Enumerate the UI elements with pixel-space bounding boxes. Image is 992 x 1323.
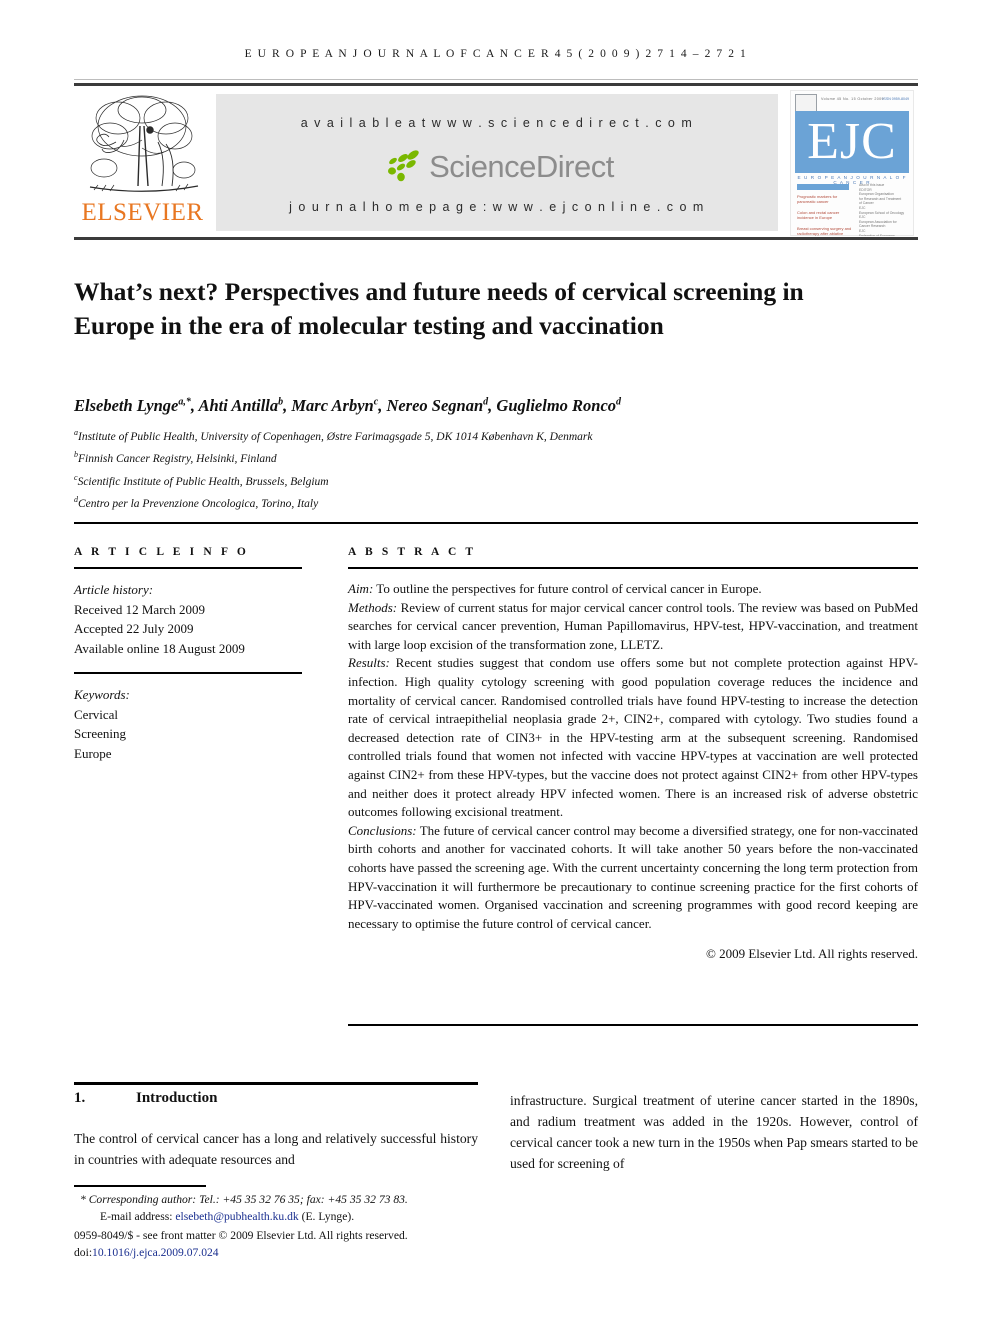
cover-volume-line: Volume 45 No. 15 October 2009: [821, 97, 884, 101]
header-divider-rule: [74, 522, 918, 524]
doi-label: doi:: [74, 1245, 93, 1259]
abstract-heading-rule: [348, 567, 918, 569]
sciencedirect-panel: a v a i l a b l e a t w w w . s c i e n …: [216, 94, 778, 231]
affiliation-b: bFinnish Cancer Registry, Helsinki, Finl…: [74, 446, 918, 468]
elsevier-logo: ELSEVIER: [76, 88, 209, 236]
affiliation-text-b: Finnish Cancer Registry, Helsinki, Finla…: [78, 453, 277, 466]
journal-homepage-text: j o u r n a l h o m e p a g e : w w w . …: [289, 200, 705, 214]
email-label: E-mail address:: [100, 1209, 176, 1223]
article-online-date: Available online 18 August 2009: [74, 640, 245, 656]
abstract-heading: A B S T R A C T: [348, 546, 477, 558]
abstract-results: Results: Recent studies suggest that con…: [348, 654, 918, 821]
body-column-right: infrastructure. Surgical treatment of ut…: [510, 1093, 918, 1171]
article-info-divider-rule: [74, 672, 302, 674]
masthead-top-rule: [74, 83, 918, 86]
article-received-date: Received 12 March 2009: [74, 601, 206, 617]
keywords-label: Keywords:: [74, 687, 130, 702]
cover-blue-band: EJC: [795, 111, 909, 173]
abstract-results-label: Results:: [348, 655, 390, 671]
email-link[interactable]: elsebeth@pubhealth.ku.dk: [175, 1210, 298, 1223]
cover-side-line-7: European School of Oncology: [859, 210, 905, 215]
article-page: E U R O P E A N J O U R N A L O F C A N …: [0, 0, 992, 1323]
abstract-methods-label: Methods:: [348, 599, 398, 615]
abstract-methods-text: Review of current status for major cervi…: [348, 599, 918, 652]
abstract-results-text: Recent studies suggest that condom use o…: [348, 655, 918, 820]
article-info-heading-rule: [74, 567, 302, 569]
page-title: What’s next? Perspectives and future nee…: [74, 277, 804, 341]
abstract-aim-label: Aim:: [348, 581, 374, 596]
doi-link[interactable]: 10.1016/j.ejca.2009.07.024: [92, 1246, 219, 1259]
running-head: E U R O P E A N J O U R N A L O F C A N …: [244, 48, 748, 60]
keyword-item-1: Cervical: [74, 706, 119, 722]
sciencedirect-logo[interactable]: ScienceDirect: [216, 144, 778, 190]
affiliation-d: dCentro per la Prevenzione Oncologica, T…: [74, 491, 918, 513]
body-column-left: The control of cervical cancer has a lon…: [74, 1131, 478, 1167]
abstract-conclusions-label: Conclusions:: [348, 822, 417, 838]
keyword-item-2: Screening: [74, 726, 126, 741]
article-history-block: Article history: Received 12 March 2009 …: [74, 580, 302, 658]
section-title: Introduction: [136, 1090, 218, 1106]
footnote-rule: [74, 1185, 206, 1187]
abstract-aim-text: To outline the perspectives for future c…: [373, 581, 762, 596]
doi-note: doi:10.1016/j.ejca.2009.07.024: [74, 1245, 494, 1262]
running-head-rule: [74, 79, 918, 80]
journal-cover-thumbnail: Volume 45 No. 15 October 2009 ISSN 0959-…: [786, 88, 916, 236]
abstract-conclusions: Conclusions: The future of cervical canc…: [348, 822, 918, 934]
cover-highlight-2: Colon and rectal cancer incidence in Eur…: [797, 210, 840, 220]
abstract-body: Aim: To outline the perspectives for fut…: [348, 580, 918, 964]
keyword-item-3: Europe: [74, 745, 112, 761]
abstract-conclusions-text: The future of cervical cancer control ma…: [348, 822, 918, 931]
elsevier-wordmark: ELSEVIER: [81, 199, 204, 226]
affiliation-a: aInstitute of Public Health, University …: [74, 424, 918, 446]
masthead-bottom-rule: [74, 237, 918, 240]
article-info-column: A R T I C L E I N F O Article history: R…: [74, 546, 302, 763]
sciencedirect-wordmark: ScienceDirect: [429, 149, 614, 184]
cover-highlight-1: Prognostic markers for pancreatic cancer: [797, 194, 838, 204]
section-top-rule: [74, 1082, 478, 1085]
article-history-label: Article history:: [74, 582, 154, 597]
section-number: 1.: [74, 1090, 86, 1106]
journal-cover-inner: Volume 45 No. 15 October 2009 ISSN 0959-…: [790, 90, 914, 236]
email-suffix: (E. Lynge).: [298, 1209, 355, 1223]
keywords-block: Keywords: Cervical Screening Europe: [74, 685, 302, 763]
section-heading: 1. Introduction: [74, 1090, 217, 1107]
cover-top-bar: Volume 45 No. 15 October 2009 ISSN 0959-…: [795, 94, 909, 112]
affiliation-text-d: Centro per la Prevenzione Oncologica, To…: [78, 498, 319, 511]
abstract-aim: Aim: To outline the perspectives for fut…: [348, 580, 918, 599]
footnote-block: * Corresponding author: Tel.: +45 35 32 …: [74, 1192, 494, 1261]
cover-ejc-letters: EJC: [807, 113, 897, 170]
abstract-bottom-rule: [348, 1024, 918, 1026]
front-matter-note: 0959-8049/$ - see front matter © 2009 El…: [74, 1229, 408, 1243]
article-accepted-date: Accepted 22 July 2009: [74, 621, 194, 636]
cover-side-line-12: Federation of European: [859, 233, 895, 236]
corresponding-author-note: * Corresponding author: Tel.: +45 35 32 …: [74, 1192, 494, 1209]
cover-side-list: Also in this issue EDITOR European Organ…: [859, 183, 909, 236]
cover-highlights: Prognostic markers for pancreatic cancer…: [797, 194, 853, 236]
affiliation-c: cScientific Institute of Public Health, …: [74, 469, 918, 491]
masthead: ELSEVIER a v a i l a b l e a t w w w . s…: [74, 83, 918, 240]
author-list: Elsebeth Lyngea,*, Ahti Antillab, Marc A…: [74, 396, 622, 415]
cover-section-bar: [797, 184, 849, 190]
sciencedirect-leaf-icon: [388, 150, 419, 182]
abstract-methods: Methods: Review of current status for ma…: [348, 599, 918, 655]
affiliation-text-a: Institute of Public Health, University o…: [78, 430, 593, 443]
cover-mini-logo-icon: [795, 94, 817, 112]
corresponding-author-asterisk: *: [80, 1193, 89, 1206]
affiliation-text-c: Scientific Institute of Public Health, B…: [77, 475, 329, 488]
abstract-copyright: © 2009 Elsevier Ltd. All rights reserved…: [705, 946, 918, 962]
cover-highlight-3: Breast conserving surgery and radiothera…: [797, 226, 852, 236]
available-at-text: a v a i l a b l e a t w w w . s c i e n …: [300, 116, 694, 130]
abstract-column: A B S T R A C T Aim: To outline the pers…: [348, 546, 918, 964]
email-note: E-mail address: elsebeth@pubhealth.ku.dk…: [74, 1209, 494, 1226]
article-info-heading: A R T I C L E I N F O: [74, 546, 249, 558]
cover-issn: ISSN 0959-8049: [882, 97, 909, 101]
affiliation-list: aInstitute of Public Health, University …: [74, 424, 918, 514]
elsevier-tree-icon: [89, 95, 199, 192]
corresponding-author-text: Corresponding author: Tel.: +45 35 32 76…: [88, 1193, 408, 1206]
